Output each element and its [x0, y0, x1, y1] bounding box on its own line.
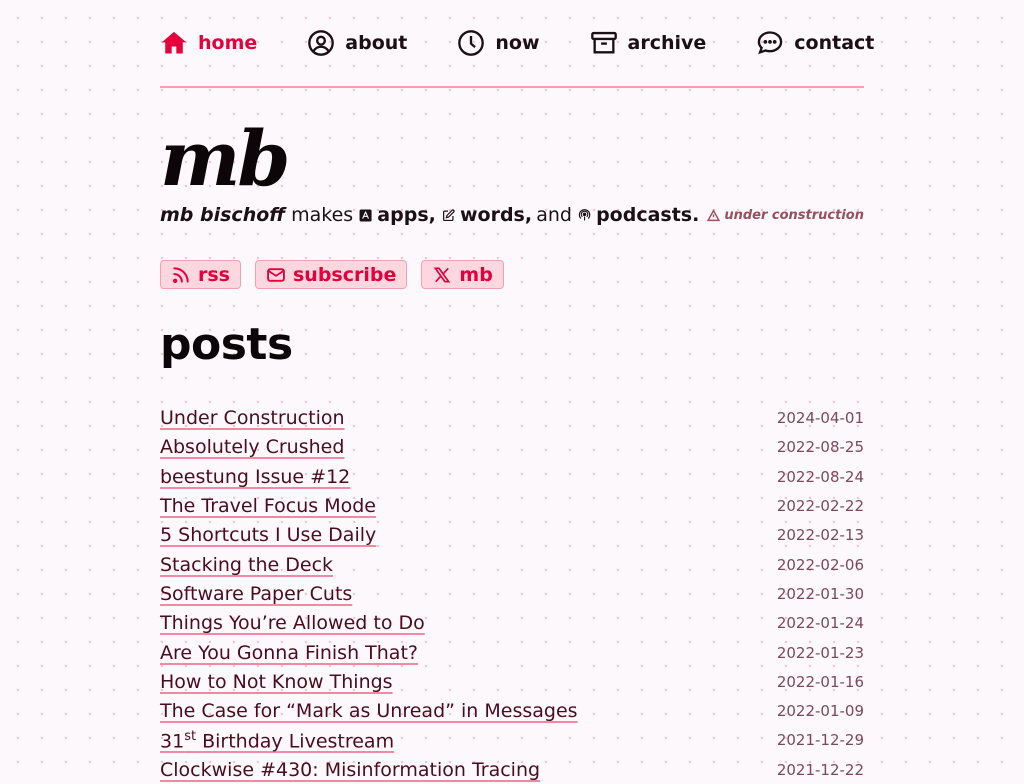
- list-item: Absolutely Crushed 2022-08-25: [160, 433, 864, 462]
- nav-item-home[interactable]: home: [160, 29, 257, 57]
- post-link[interactable]: 31st Birthday Livestream: [160, 729, 394, 752]
- post-link[interactable]: Stacking the Deck: [160, 554, 333, 576]
- warning-triangle-icon: [707, 208, 721, 221]
- post-link[interactable]: The Case for “Mark as Unread” in Message…: [160, 700, 578, 722]
- podcast-icon: [578, 208, 591, 220]
- list-item: The Travel Focus Mode 2022-02-22: [160, 491, 864, 520]
- subscribe-button[interactable]: subscribe: [255, 260, 408, 289]
- nav-label: archive: [627, 32, 707, 54]
- post-date: 2022-01-09: [776, 702, 864, 721]
- author-name: mb bischoff: [160, 204, 286, 226]
- list-item: The Case for “Mark as Unread” in Message…: [160, 696, 864, 725]
- rss-icon: [172, 266, 189, 283]
- list-item: How to Not Know Things 2022-01-16: [160, 667, 864, 696]
- post-list: Under Construction 2024-04-01 Absolutely …: [160, 404, 864, 784]
- tagline-podcasts: podcasts.: [596, 204, 700, 226]
- x-logo-icon: [434, 267, 451, 282]
- post-date: 2022-01-24: [776, 614, 864, 633]
- post-date: 2022-02-22: [776, 497, 864, 516]
- rss-label: rss: [198, 263, 230, 286]
- post-link[interactable]: The Travel Focus Mode: [160, 495, 376, 517]
- post-link[interactable]: How to Not Know Things: [160, 671, 393, 693]
- post-date: 2022-01-16: [776, 672, 864, 691]
- edit-note-icon: [442, 208, 455, 221]
- app-store-icon: [359, 208, 372, 222]
- post-link[interactable]: 5 Shortcuts I Use Daily: [160, 524, 376, 546]
- nav-label: contact: [794, 32, 875, 54]
- nav-item-contact[interactable]: contact: [756, 29, 874, 57]
- rss-button[interactable]: rss: [160, 260, 241, 289]
- clock-icon: [458, 30, 485, 56]
- post-link[interactable]: Absolutely Crushed: [160, 436, 344, 458]
- post-date: 2024-04-01: [776, 409, 864, 428]
- archive-box-icon: [590, 31, 617, 54]
- nav-item-now[interactable]: now: [457, 29, 540, 57]
- post-date: 2022-01-30: [776, 584, 864, 603]
- construction-label: under construction: [724, 207, 864, 223]
- list-item: 5 Shortcuts I Use Daily 2022-02-13: [160, 521, 864, 550]
- tagline-makes: makes: [291, 204, 354, 226]
- nav-label: about: [345, 32, 408, 54]
- post-link[interactable]: beestung Issue #12: [160, 466, 350, 488]
- envelope-icon: [267, 267, 285, 282]
- nav-item-archive[interactable]: archive: [590, 29, 707, 57]
- posts-heading: posts: [160, 319, 293, 370]
- page-container: home about now archive contact mb mb bis…: [160, 0, 874, 784]
- post-date: 2022-08-25: [776, 438, 864, 457]
- post-link[interactable]: Things You’re Allowed to Do: [160, 612, 425, 634]
- post-date: 2021-12-29: [776, 731, 864, 750]
- nav-item-about[interactable]: about: [307, 29, 407, 57]
- list-item: Clockwise #430: Misinformation Tracing 20…: [160, 755, 864, 784]
- list-item: Software Paper Cuts 2022-01-30: [160, 579, 864, 608]
- user-circle-icon: [308, 30, 335, 56]
- post-link[interactable]: Clockwise #430: Misinformation Tracing: [160, 759, 540, 781]
- list-item: Stacking the Deck 2022-02-06: [160, 550, 864, 579]
- site-title: mb: [160, 114, 291, 203]
- list-item: Under Construction 2024-04-01: [160, 404, 864, 433]
- post-date: 2022-01-23: [776, 643, 864, 662]
- x-profile-button[interactable]: mb: [421, 260, 504, 289]
- post-date: 2022-02-06: [776, 555, 864, 574]
- social-links: rss subscribe mb: [160, 260, 864, 289]
- nav-label: now: [495, 32, 540, 54]
- post-link[interactable]: Under Construction: [160, 407, 345, 429]
- post-link[interactable]: Are You Gonna Finish That?: [160, 642, 418, 664]
- home-icon: [161, 31, 187, 54]
- tagline-apps: apps,: [377, 204, 436, 226]
- main-nav: home about now archive contact: [160, 0, 874, 88]
- list-item: beestung Issue #12 2022-08-24: [160, 462, 864, 491]
- list-item: 31st Birthday Livestream 2021-12-29: [160, 726, 864, 755]
- tagline: mb bischoff makes apps, words, and podca…: [160, 200, 864, 230]
- post-date: 2021-12-22: [776, 760, 864, 779]
- construction-badge: under construction: [707, 208, 864, 223]
- list-item: Are You Gonna Finish That? 2022-01-23: [160, 638, 864, 667]
- nav-label: home: [198, 32, 258, 54]
- post-date: 2022-08-24: [776, 467, 864, 486]
- subscribe-label: subscribe: [293, 263, 397, 286]
- x-profile-label: mb: [459, 263, 493, 286]
- chat-bubble-icon: [758, 31, 783, 55]
- tagline-and: and: [536, 204, 572, 226]
- tagline-words: words,: [459, 204, 533, 226]
- post-link[interactable]: Software Paper Cuts: [160, 583, 352, 605]
- list-item: Things You’re Allowed to Do 2022-01-24: [160, 609, 864, 638]
- post-date: 2022-02-13: [776, 526, 864, 545]
